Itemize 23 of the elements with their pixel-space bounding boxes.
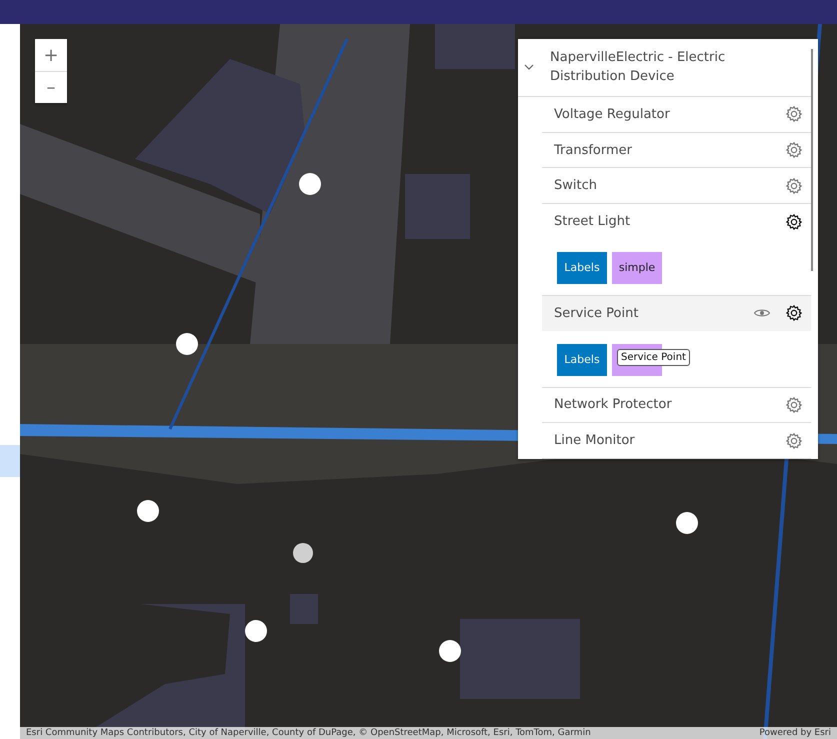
tooltip: Service Point <box>617 348 690 366</box>
layer-row[interactable]: Transformer <box>542 132 811 168</box>
zoom-out-button[interactable]: – <box>35 71 67 103</box>
layer-name: Transformer <box>554 142 634 158</box>
layer-name: Switch <box>554 178 598 194</box>
group-title: NapervilleElectric - Electric Distribution Device <box>550 49 726 86</box>
layer-name: Street Light <box>554 214 632 230</box>
scrollbar[interactable] <box>811 49 813 271</box>
labels-tag[interactable]: Labels <box>557 252 607 284</box>
settings-icon[interactable] <box>785 304 803 322</box>
layer-name: Network Protector <box>554 397 673 412</box>
selected-row <box>0 445 20 477</box>
settings-icon[interactable] <box>785 212 803 231</box>
attribution-text: Esri Community Maps Contributors, City of Naperville, County of DuPage, © OpenStreetMap, Microsoft, Esri, TomTom, Garmin <box>26 728 591 738</box>
chevron-icon[interactable] <box>524 62 534 72</box>
layer-name: Line Monitor <box>554 433 636 448</box>
layer-name: Voltage Regulator <box>554 106 671 122</box>
labels-tag[interactable]: Labels <box>557 344 607 376</box>
zoom-in-button[interactable]: + <box>35 39 67 71</box>
renderer-tag[interactable]: simple <box>612 252 662 284</box>
layer-row[interactable]: Service Point <box>542 296 811 331</box>
layer-name: Service Point <box>554 306 640 321</box>
powered-by-text: Powered by Esri <box>759 728 831 738</box>
